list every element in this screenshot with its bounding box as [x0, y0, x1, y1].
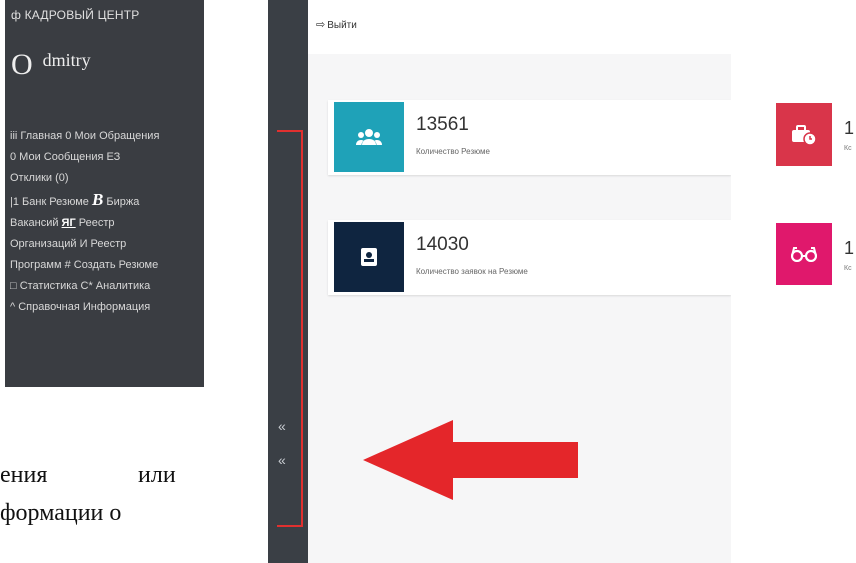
- doc-word: ения: [0, 462, 48, 488]
- highlight-box: [277, 130, 303, 527]
- nav-line[interactable]: |1 Банк Резюме B Биржа: [10, 189, 205, 213]
- user-block: O dmitry: [11, 48, 91, 82]
- registry-icon: ЯГ: [61, 217, 76, 229]
- stat-card-partial[interactable]: 1 Кс: [776, 103, 856, 166]
- top-bar: ⇨ Выйти: [308, 0, 731, 54]
- brand-title: ф КАДРОВЫЙ ЦЕНТР: [11, 8, 140, 22]
- stat-label: Количество Резюме: [416, 147, 490, 156]
- glasses-icon: [776, 223, 832, 285]
- nav-line[interactable]: ^ Справочная Информация: [10, 297, 205, 318]
- avatar: O: [11, 48, 33, 81]
- exchange-icon: B: [91, 190, 104, 209]
- sidebar-menu-image: ф КАДРОВЫЙ ЦЕНТР O dmitry iii Главная 0 …: [5, 0, 204, 387]
- stat-value: 1: [844, 238, 855, 258]
- stat-label: Кс: [844, 145, 852, 152]
- stat-label: Количество заявок на Резюме: [416, 267, 528, 276]
- username: dmitry: [42, 50, 91, 70]
- stat-icon-box: [334, 102, 404, 172]
- stat-value: 13561: [416, 114, 469, 135]
- logout-link[interactable]: ⇨ Выйти: [316, 18, 357, 31]
- nav-line[interactable]: □ Статистика С* Аналитика: [10, 276, 205, 297]
- nav-line[interactable]: Организаций И Реестр: [10, 234, 205, 255]
- stat-label: Кс: [844, 265, 852, 272]
- nav-text: iii Главная 0 Мои Обращения 0 Мои Сообще…: [10, 126, 205, 318]
- stat-card-partial[interactable]: 1 Кс: [776, 223, 856, 285]
- nav-line[interactable]: Вакансий ЯГ Реестр: [10, 213, 205, 234]
- logout-icon: ⇨: [316, 19, 326, 31]
- stat-icon-box: [334, 222, 404, 292]
- users-icon: [334, 102, 404, 172]
- stat-value: 14030: [416, 234, 469, 255]
- stat-card-resumes[interactable]: 13561 Количество Резюме: [328, 100, 731, 175]
- doc-line: формации о: [0, 500, 122, 526]
- stat-value: 1: [844, 118, 855, 138]
- red-arrow-icon: [363, 420, 578, 500]
- briefcase-clock-icon: [776, 103, 832, 166]
- nav-line[interactable]: Отклики (0): [10, 168, 205, 189]
- nav-line[interactable]: iii Главная 0 Мои Обращения: [10, 126, 205, 147]
- id-card-icon: [334, 222, 404, 292]
- stat-card-requests[interactable]: 14030 Количество заявок на Резюме: [328, 220, 731, 295]
- nav-line[interactable]: 0 Мои Сообщения ЕЗ: [10, 147, 205, 168]
- doc-word: или: [138, 462, 176, 488]
- nav-line[interactable]: Программ # Создать Резюме: [10, 255, 205, 276]
- dashboard-screenshot: « « ⇨ Выйти 13561 Количество Резюме 14030…: [268, 0, 731, 563]
